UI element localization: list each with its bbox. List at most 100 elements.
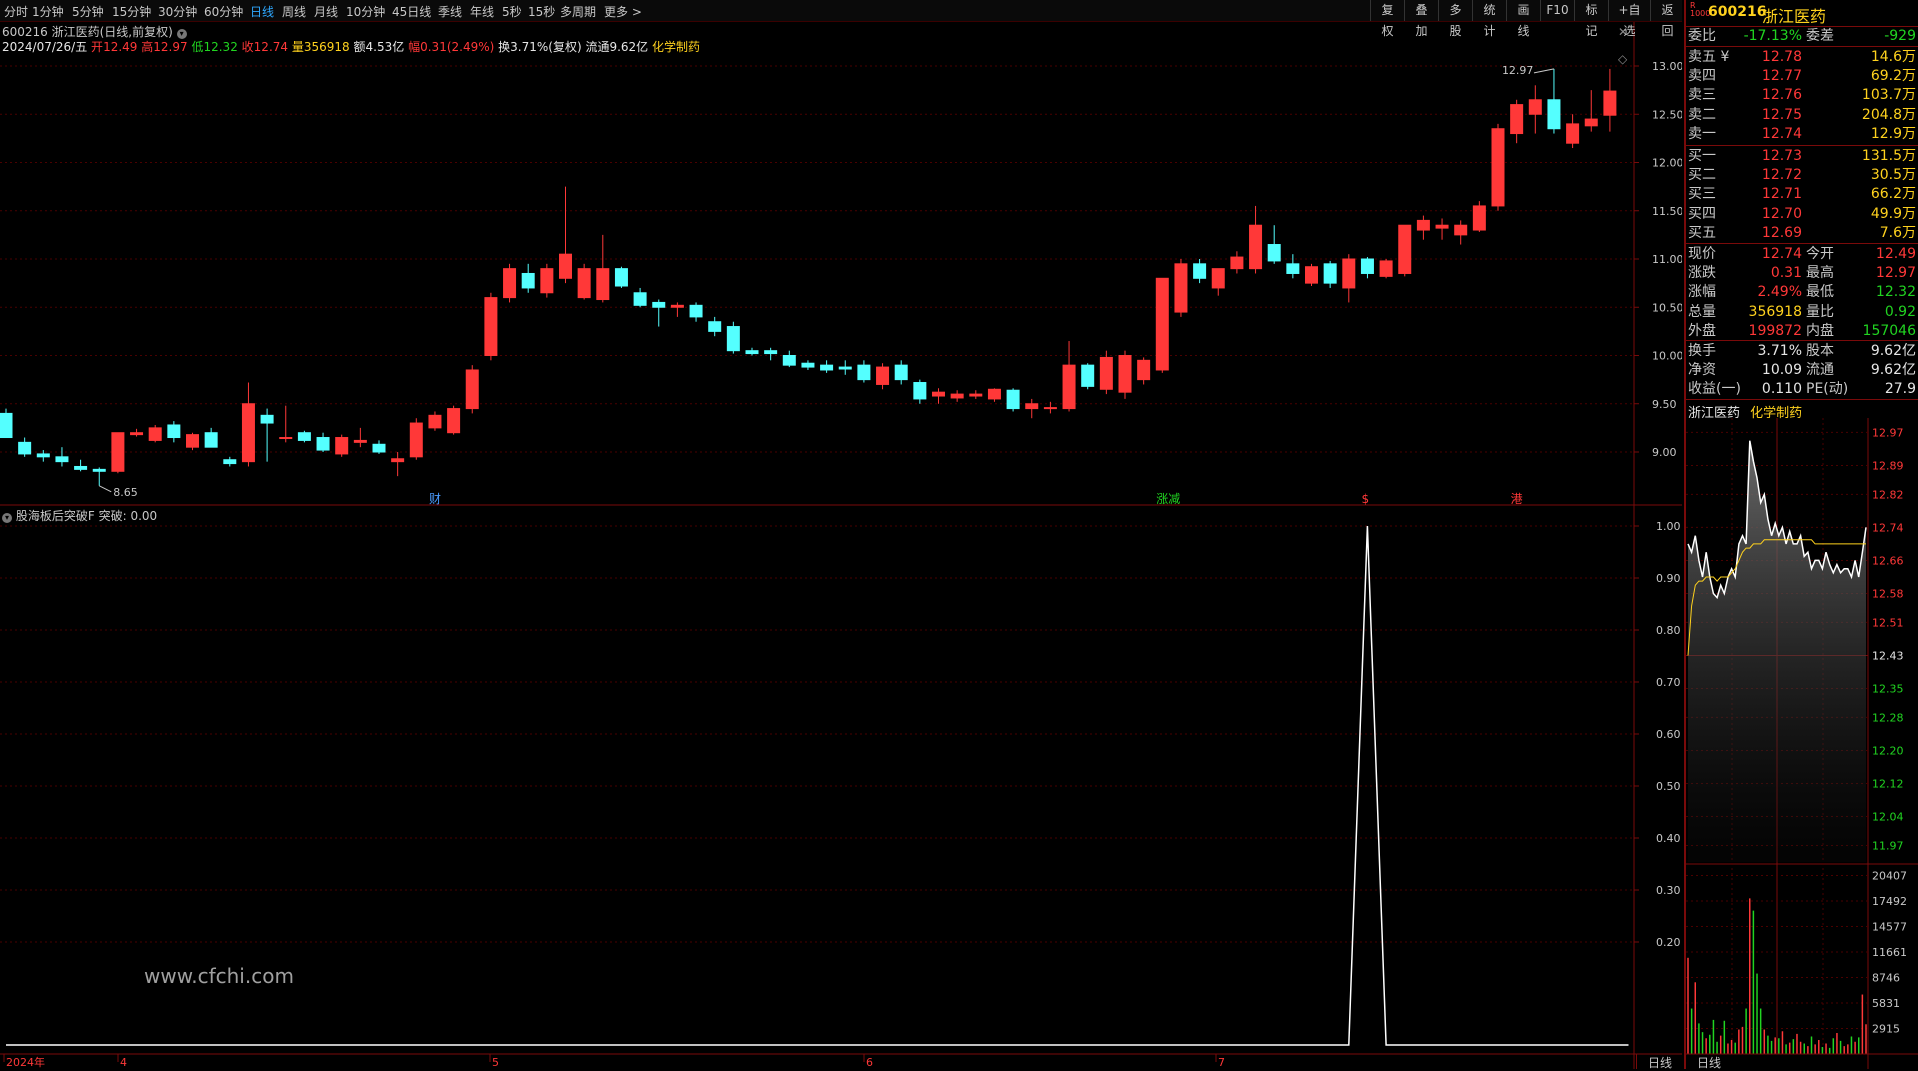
period-button-5[interactable]: 60分钟 [204,3,243,20]
candle[interactable] [1491,123,1505,211]
candle[interactable] [633,287,647,308]
candle[interactable] [1118,350,1132,399]
candle[interactable] [130,428,144,437]
bid-row-2[interactable]: 买三 12.71 66.2万 [1686,185,1918,204]
toolbar-button-0[interactable]: 复权 [1370,0,1404,38]
candle[interactable] [353,427,367,448]
candle[interactable] [1099,350,1113,395]
period-button-0[interactable]: 分时 [4,3,28,20]
candle[interactable] [484,292,498,361]
candle[interactable] [1379,259,1393,279]
candle[interactable] [782,350,796,368]
candle[interactable] [838,360,852,375]
candle[interactable] [1472,201,1486,232]
period-button-11[interactable]: 季线 [438,3,462,20]
period-button-4[interactable]: 30分钟 [158,3,197,20]
toolbar-button-3[interactable]: 统计 [1472,0,1506,38]
candle[interactable] [652,299,666,327]
bid-row-1[interactable]: 买二 12.72 30.5万 [1686,166,1918,185]
ask-row-4[interactable]: 卖一 12.74 12.9万 [1686,125,1918,144]
candle[interactable] [559,186,572,284]
stat-row-4[interactable]: 外盘 199872 内盘 157046 [1686,322,1918,341]
candle[interactable] [894,360,908,385]
stat-row-0[interactable]: 现价 12.74 今开 12.49 [1686,245,1918,264]
event-marker[interactable]: 涨减 [1156,491,1180,506]
period-button-1[interactable]: 1分钟 [32,3,64,20]
event-marker[interactable]: 财 [429,492,441,506]
candle[interactable] [186,432,199,451]
candle[interactable] [1603,68,1617,132]
candle[interactable] [1286,254,1300,279]
period-button-13[interactable]: 5秒 [502,3,522,20]
candle[interactable] [465,365,479,414]
candle[interactable] [36,450,50,462]
candle[interactable] [950,390,964,402]
candle[interactable] [1360,257,1374,279]
period-button-2[interactable]: 5分钟 [72,3,104,20]
candle[interactable] [987,388,1001,402]
candle[interactable] [1547,68,1561,134]
candle[interactable] [745,347,759,356]
candle[interactable] [18,437,32,457]
candle[interactable] [1398,224,1412,277]
period-button-7[interactable]: 周线 [282,3,306,20]
candle[interactable] [279,405,293,443]
candle[interactable] [1416,215,1430,240]
candle[interactable] [316,432,330,452]
candle[interactable] [55,447,69,467]
candle[interactable] [1174,259,1188,317]
bid-row-0[interactable]: 买一 12.73 131.5万 [1686,147,1918,166]
candle[interactable] [876,363,890,390]
candle[interactable] [260,408,274,462]
intraday-bottom-tab[interactable]: 日线 [1686,1054,1732,1070]
candle[interactable] [1081,363,1095,390]
candle[interactable] [391,452,405,477]
stat2-row-0[interactable]: 换手 3.71% 股本 9.62亿 [1686,342,1918,361]
toolbar-button-2[interactable]: 多股 [1438,0,1472,38]
candle[interactable] [241,382,255,467]
candle[interactable] [92,467,106,486]
ask-row-3[interactable]: 卖二 12.75 204.8万 [1686,106,1918,125]
candle[interactable] [409,418,423,460]
toolbar-button-1[interactable]: 叠加 [1404,0,1438,38]
bid-row-3[interactable]: 买四 12.70 49.9万 [1686,205,1918,224]
candle[interactable] [167,421,181,443]
candle[interactable] [447,405,461,435]
ask-row-2[interactable]: 卖三 12.76 103.7万 [1686,86,1918,105]
candle[interactable] [297,430,311,443]
candle[interactable] [1454,220,1468,245]
candle[interactable] [820,360,834,373]
toolbar-button-5[interactable]: F10 [1540,0,1574,21]
period-button-14[interactable]: 15秒 [528,3,555,20]
candle[interactable] [1025,398,1039,419]
candle[interactable] [148,424,162,443]
stat2-row-1[interactable]: 净资 10.09 流通 9.62亿 [1686,361,1918,380]
candle[interactable] [111,432,125,474]
candle[interactable] [708,316,722,337]
candle[interactable] [223,456,237,467]
intraday-chart[interactable]: 12.97 12.89 12.82 12.74 12.66 12.58 12.51 12.43… [1686,418,1918,1069]
candle[interactable] [1584,90,1598,132]
candle[interactable] [428,411,442,431]
candle[interactable] [857,360,871,383]
candle[interactable] [1528,85,1542,134]
candle[interactable] [1211,268,1225,296]
candle[interactable] [1305,263,1318,287]
bid-row-4[interactable]: 买五 12.69 7.6万 [1686,224,1918,243]
stat-row-1[interactable]: 涨跌 0.31 最高 12.97 [1686,264,1918,283]
candle[interactable] [689,302,703,322]
candle[interactable] [1435,218,1449,240]
stat-row-3[interactable]: 总量 356918 量比 0.92 [1686,303,1918,322]
candle[interactable] [577,263,591,300]
candle[interactable] [1267,225,1281,264]
period-button-10[interactable]: 45日线 [392,3,431,20]
toolbar-button-4[interactable]: 画线 [1506,0,1540,38]
candle[interactable] [614,266,628,288]
candle[interactable] [913,379,927,404]
candle[interactable] [372,440,386,454]
candle[interactable] [801,360,815,370]
period-button-12[interactable]: 年线 [470,3,494,20]
event-marker[interactable]: 港 [1511,492,1523,506]
period-button-9[interactable]: 10分钟 [346,3,385,20]
candle[interactable] [1230,251,1244,274]
